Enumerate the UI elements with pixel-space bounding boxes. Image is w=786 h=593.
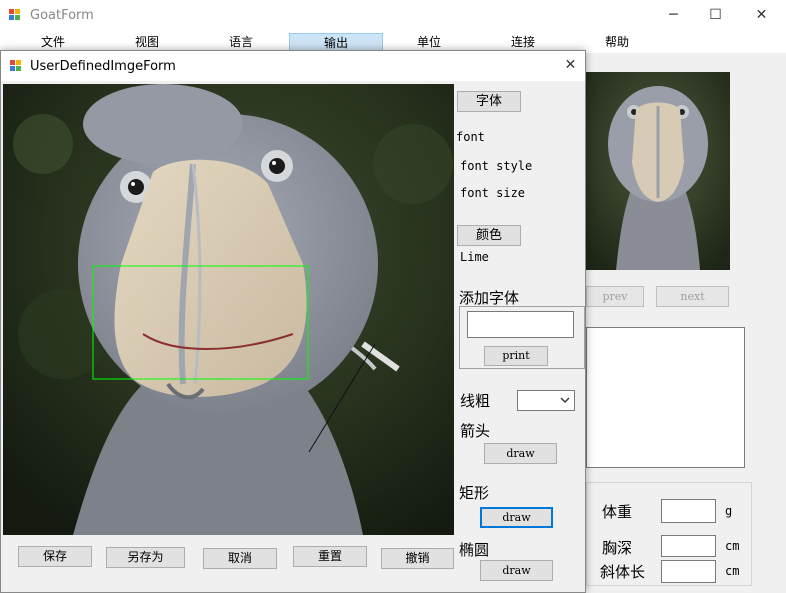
ellipse-draw-button[interactable]: draw (480, 560, 553, 581)
font-size-label: font size (460, 186, 526, 200)
chest-unit: cm (725, 539, 740, 553)
prev-button[interactable]: prev (586, 286, 644, 307)
minimize-button[interactable]: ─ (651, 0, 696, 31)
line-width-label: 线粗 (460, 392, 491, 410)
main-window-title: GoatForm (30, 8, 94, 23)
main-title-bar: GoatForm ─ ☐ ✕ (0, 0, 786, 31)
cancel-button[interactable]: 取消 (203, 548, 277, 569)
menu-help[interactable]: 帮助 (594, 33, 640, 52)
print-button[interactable]: print (484, 346, 548, 366)
thumbnail-image (586, 72, 730, 270)
chest-label: 胸深 (602, 539, 633, 557)
color-value: Lime (460, 250, 489, 264)
save-button[interactable]: 保存 (18, 546, 92, 567)
image-canvas[interactable] (3, 84, 454, 535)
dialog-title-bar: UserDefinedImgeForm ✕ (1, 51, 585, 81)
line-width-select[interactable] (517, 390, 575, 411)
dialog-close-button[interactable]: ✕ (548, 50, 593, 80)
weight-input[interactable] (661, 499, 716, 523)
weight-label: 体重 (602, 503, 633, 521)
font-label: font (456, 130, 485, 144)
save-as-button[interactable]: 另存为 (106, 547, 185, 568)
arrow-draw-button[interactable]: draw (484, 443, 557, 464)
chest-input[interactable] (661, 535, 716, 557)
add-text-input[interactable] (467, 311, 574, 338)
user-defined-image-dialog: UserDefinedImgeForm ✕ 字体 font font style… (0, 50, 586, 593)
rect-draw-button[interactable]: draw (480, 507, 553, 528)
rect-label: 矩形 (459, 484, 490, 502)
close-button[interactable]: ✕ (739, 0, 784, 31)
dialog-title: UserDefinedImgeForm (30, 59, 176, 74)
oblique-unit: cm (725, 564, 740, 578)
result-textbox[interactable] (586, 327, 745, 468)
ellipse-label: 椭圆 (459, 541, 490, 559)
add-text-label: 添加字体 (459, 289, 520, 307)
chevron-down-icon (560, 397, 570, 403)
undo-button[interactable]: 撤销 (381, 548, 454, 569)
maximize-button[interactable]: ☐ (693, 0, 738, 31)
font-style-label: font style (460, 159, 533, 173)
oblique-label: 斜体长 (600, 563, 646, 581)
dialog-app-icon (10, 60, 22, 72)
oblique-input[interactable] (661, 560, 716, 583)
arrow-label: 箭头 (460, 422, 491, 440)
reset-button[interactable]: 重置 (293, 546, 367, 567)
next-button[interactable]: next (656, 286, 729, 307)
color-button[interactable]: 颜色 (457, 225, 521, 246)
app-icon (9, 9, 21, 21)
font-button[interactable]: 字体 (457, 91, 521, 112)
weight-unit: g (725, 504, 733, 518)
